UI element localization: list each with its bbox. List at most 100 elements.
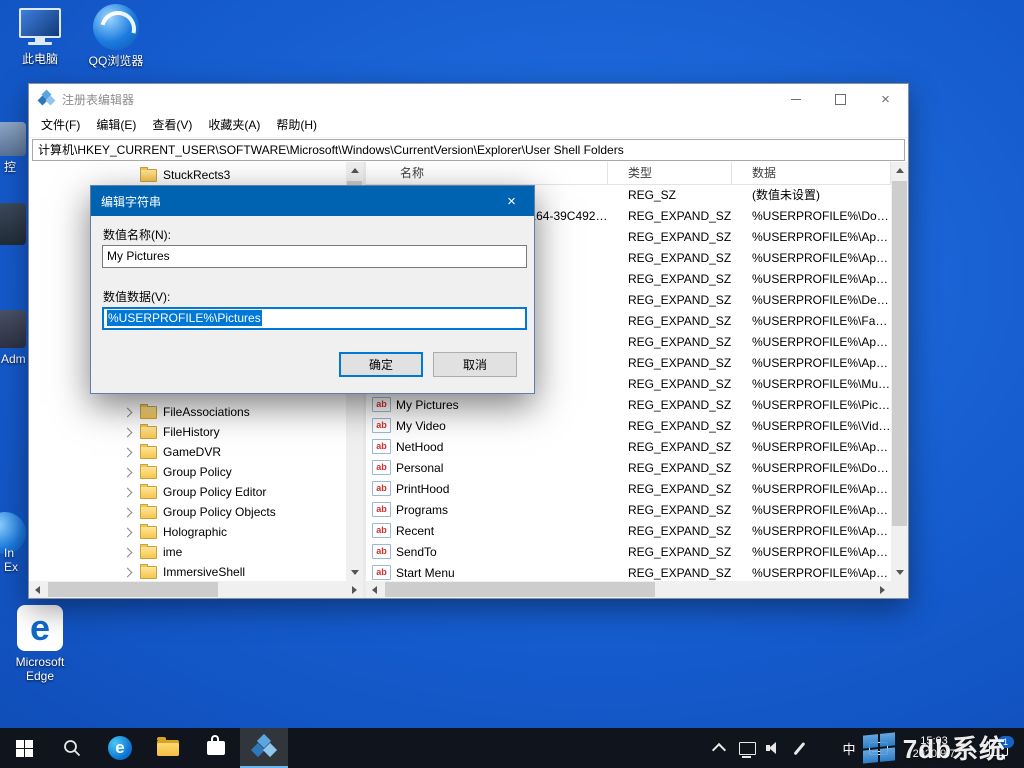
registry-value-row[interactable]: ab Start Menu REG_EXPAND_SZ %USERPROFILE… (366, 562, 891, 581)
tray-expand-button[interactable] (706, 728, 732, 768)
start-button[interactable] (0, 728, 48, 768)
value-name: Programs (396, 503, 448, 517)
scrollbar-thumb[interactable] (48, 582, 218, 597)
folder-icon (140, 566, 157, 579)
tray-ime-button[interactable]: 中 (836, 728, 862, 768)
partial-desktop-icon[interactable] (0, 122, 26, 156)
tree-item[interactable]: StuckRects3 (29, 165, 346, 185)
menu-help[interactable]: 帮助(H) (268, 114, 325, 137)
registry-value-row[interactable]: ab My Video REG_EXPAND_SZ %USERPROFILE%\… (366, 415, 891, 436)
keyboard-icon (869, 742, 888, 755)
chevron-right-icon[interactable] (124, 489, 140, 496)
tree-item[interactable]: FileAssociations (29, 402, 346, 422)
chevron-right-icon[interactable] (124, 509, 140, 516)
registry-value-row[interactable]: ab SendTo REG_EXPAND_SZ %USERPROFILE%\Ap… (366, 541, 891, 562)
address-input[interactable]: 计算机\HKEY_CURRENT_USER\SOFTWARE\Microsoft… (32, 139, 905, 161)
chevron-right-icon[interactable] (124, 529, 140, 536)
search-button[interactable] (48, 728, 96, 768)
notification-icon: 1 (989, 740, 1008, 756)
list-vertical-scrollbar[interactable] (891, 162, 908, 581)
scroll-left-icon[interactable] (366, 581, 383, 598)
scrollbar-thumb[interactable] (892, 181, 907, 526)
tree-horizontal-scrollbar[interactable] (29, 581, 363, 598)
desktop-icon-qq-browser[interactable]: QQ浏览器 (84, 4, 148, 68)
value-data-input[interactable]: %USERPROFILE%\Pictures (102, 307, 527, 330)
tree-item[interactable]: Group Policy Editor (29, 482, 346, 502)
registry-value-row[interactable]: ab Recent REG_EXPAND_SZ %USERPROFILE%\Ap… (366, 520, 891, 541)
taskbar-regedit-button[interactable] (240, 728, 288, 768)
chevron-right-icon[interactable] (124, 409, 140, 416)
tree-item[interactable]: Group Policy (29, 462, 346, 482)
chevron-right-icon[interactable] (124, 172, 140, 179)
scroll-down-icon[interactable] (346, 564, 363, 581)
scroll-up-icon[interactable] (891, 162, 908, 179)
partial-desktop-icon[interactable] (0, 310, 26, 348)
taskbar-store-button[interactable] (192, 728, 240, 768)
registry-value-row[interactable]: ab PrintHood REG_EXPAND_SZ %USERPROFILE%… (366, 478, 891, 499)
value-type: REG_EXPAND_SZ (608, 482, 732, 496)
close-button[interactable]: × (863, 84, 908, 114)
menu-view[interactable]: 查看(V) (144, 114, 200, 137)
tree-item[interactable]: Holographic (29, 522, 346, 542)
registry-value-row[interactable]: ab My Pictures REG_EXPAND_SZ %USERPROFIL… (366, 394, 891, 415)
ok-button[interactable]: 确定 (339, 352, 423, 377)
scroll-down-icon[interactable] (891, 564, 908, 581)
tree-item[interactable]: FileHistory (29, 422, 346, 442)
tray-pen-button[interactable] (786, 728, 812, 768)
menu-file[interactable]: 文件(F) (33, 114, 88, 137)
cancel-button[interactable]: 取消 (433, 352, 517, 377)
notification-badge: 1 (998, 736, 1014, 748)
tree-item[interactable]: Group Policy Objects (29, 502, 346, 522)
value-type: REG_EXPAND_SZ (608, 335, 732, 349)
window-titlebar[interactable]: 注册表编辑器 × (29, 84, 908, 114)
dialog-titlebar[interactable]: 编辑字符串 × (91, 186, 534, 216)
tray-network-button[interactable] (734, 728, 760, 768)
column-header-name[interactable]: 名称 (366, 162, 608, 184)
list-horizontal-scrollbar[interactable] (366, 581, 891, 598)
partial-icon-label: 控 (4, 158, 16, 175)
menu-favorites[interactable]: 收藏夹(A) (200, 114, 268, 137)
column-header-type[interactable]: 类型 (608, 162, 732, 184)
folder-icon (140, 446, 157, 459)
tray-volume-button[interactable] (760, 728, 786, 768)
desktop-icon-this-pc[interactable]: 此电脑 (8, 8, 72, 66)
value-data: %USERPROFILE%\AppData\Roaming (732, 230, 891, 244)
tray-keyboard-button[interactable] (864, 728, 892, 768)
pen-icon (793, 741, 805, 754)
registry-value-row[interactable]: ab NetHood REG_EXPAND_SZ %USERPROFILE%\A… (366, 436, 891, 457)
folder-icon (140, 406, 157, 419)
registry-value-row[interactable]: ab Programs REG_EXPAND_SZ %USERPROFILE%\… (366, 499, 891, 520)
chevron-right-icon[interactable] (124, 549, 140, 556)
value-data: %USERPROFILE%\AppData\Local\Microsoft\Wi… (732, 335, 891, 349)
partial-icon-label: Ex (4, 560, 18, 574)
scroll-left-icon[interactable] (29, 581, 46, 598)
menu-edit[interactable]: 编辑(E) (88, 114, 144, 137)
taskbar-explorer-button[interactable] (144, 728, 192, 768)
chevron-right-icon[interactable] (124, 469, 140, 476)
regedit-app-icon (252, 735, 276, 759)
scroll-up-icon[interactable] (346, 162, 363, 179)
chevron-right-icon[interactable] (124, 429, 140, 436)
dialog-close-button[interactable]: × (489, 186, 534, 216)
tree-item[interactable]: ImmersiveShell (29, 562, 346, 581)
chevron-right-icon[interactable] (124, 569, 140, 576)
value-name: NetHood (396, 440, 443, 454)
scroll-right-icon[interactable] (874, 581, 891, 598)
taskbar-edge-button[interactable]: e (96, 728, 144, 768)
maximize-button[interactable] (818, 84, 863, 114)
string-value-icon: ab (372, 439, 391, 454)
partial-desktop-icon[interactable] (0, 203, 26, 245)
registry-value-row[interactable]: ab Personal REG_EXPAND_SZ %USERPROFILE%\… (366, 457, 891, 478)
action-center-button[interactable]: 1 (978, 728, 1018, 768)
desktop-icon-microsoft-edge[interactable]: e Microsoft Edge (8, 605, 72, 683)
tree-item[interactable]: GameDVR (29, 442, 346, 462)
value-name-input[interactable]: My Pictures (102, 245, 527, 268)
chevron-right-icon[interactable] (124, 449, 140, 456)
string-value-icon: ab (372, 397, 391, 412)
tree-item[interactable]: ime (29, 542, 346, 562)
column-header-data[interactable]: 数据 (732, 162, 891, 184)
scroll-right-icon[interactable] (346, 581, 363, 598)
scrollbar-thumb[interactable] (385, 582, 655, 597)
minimize-button[interactable] (773, 84, 818, 114)
taskbar-clock[interactable]: 15:03 2020/9/7 (898, 728, 970, 768)
